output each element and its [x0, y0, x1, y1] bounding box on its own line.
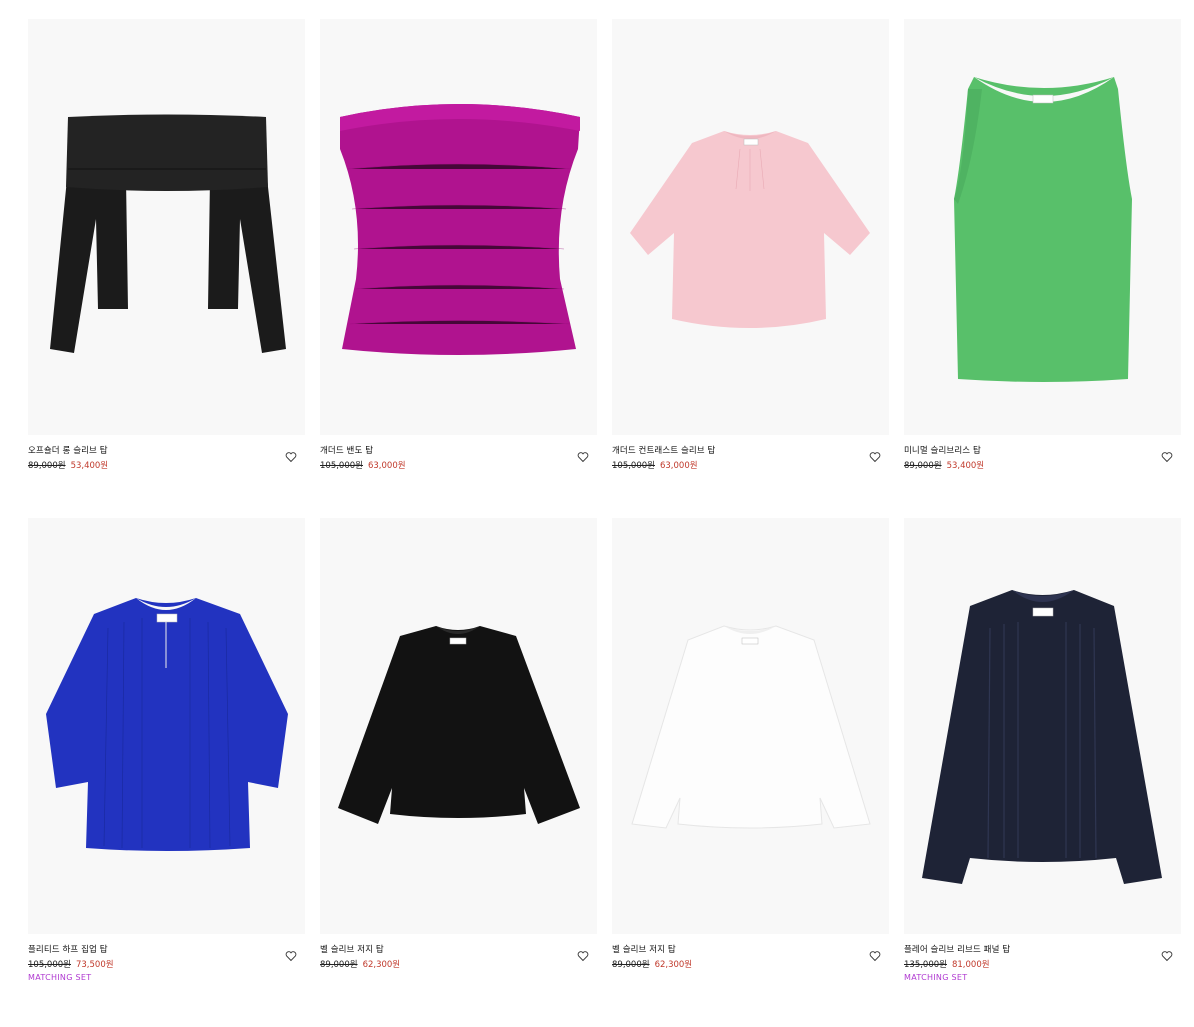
heart-icon[interactable]: [285, 947, 297, 962]
product-name[interactable]: 벨 슬리브 저지 탑: [612, 945, 889, 956]
product-card[interactable]: 플레어 슬리브 리브드 패널 탑 135,000원 81,000원 MATCHIN…: [904, 518, 1181, 1017]
product-name[interactable]: 플리티드 하프 집업 탑: [28, 945, 305, 956]
product-image[interactable]: [28, 518, 305, 934]
sale-price: 53,400원: [946, 461, 985, 471]
heart-icon[interactable]: [577, 947, 589, 962]
product-image[interactable]: [904, 19, 1181, 435]
original-price: 89,000원: [28, 461, 66, 471]
sale-price: 63,000원: [659, 461, 698, 471]
navy-ribbed-panel-top-image: [922, 590, 1162, 884]
sale-price: 62,300원: [362, 960, 401, 970]
product-card[interactable]: 미니멀 슬리브리스 탑 89,000원 53,400원: [904, 19, 1181, 518]
product-card[interactable]: 오프숄더 롱 슬리브 탑 89,000원 53,400원: [28, 19, 305, 518]
heart-icon[interactable]: [577, 448, 589, 463]
product-grid: 오프숄더 롱 슬리브 탑 89,000원 53,400원 개더드 밴도 탑 10…: [28, 19, 1183, 1017]
bandeau-top-image: [340, 104, 580, 355]
product-image[interactable]: [28, 19, 305, 435]
product-image[interactable]: [320, 19, 597, 435]
heart-icon[interactable]: [285, 448, 297, 463]
product-name[interactable]: 오프숄더 롱 슬리브 탑: [28, 446, 305, 457]
original-price: 135,000원: [904, 960, 947, 970]
original-price: 105,000원: [612, 461, 655, 471]
original-price: 89,000원: [904, 461, 942, 471]
green-tank-image: [954, 77, 1132, 382]
product-image[interactable]: [320, 518, 597, 934]
sale-price: 63,000원: [367, 461, 406, 471]
matching-set-badge: MATCHING SET: [904, 973, 968, 982]
off-shoulder-top-image: [50, 114, 286, 353]
original-price: 105,000원: [28, 960, 71, 970]
original-price: 89,000원: [320, 960, 358, 970]
product-name[interactable]: 플레어 슬리브 리브드 패널 탑: [904, 945, 1181, 956]
blue-pleated-top-image: [46, 598, 288, 851]
original-price: 105,000원: [320, 461, 363, 471]
heart-icon[interactable]: [1161, 947, 1173, 962]
product-image[interactable]: [904, 518, 1181, 934]
sale-price: 62,300원: [654, 960, 693, 970]
matching-set-badge: MATCHING SET: [28, 973, 92, 982]
product-row: 플리티드 하프 집업 탑 105,000원 73,500원 MATCHING SE…: [28, 518, 1183, 1017]
white-bell-sleeve-top-image: [631, 625, 871, 829]
product-name[interactable]: 미니멀 슬리브리스 탑: [904, 446, 1181, 457]
product-card[interactable]: 벨 슬리브 저지 탑 89,000원 62,300원: [612, 518, 889, 1017]
heart-icon[interactable]: [1161, 448, 1173, 463]
product-name[interactable]: 개더드 컨트래스트 슬리브 탑: [612, 446, 889, 457]
heart-icon[interactable]: [869, 448, 881, 463]
black-bell-sleeve-top-image: [338, 626, 580, 824]
product-card[interactable]: 벨 슬리브 저지 탑 89,000원 62,300원: [320, 518, 597, 1017]
product-name[interactable]: 개더드 밴도 탑: [320, 446, 597, 457]
pink-tee-image: [630, 131, 870, 328]
sale-price: 81,000원: [951, 960, 990, 970]
original-price: 89,000원: [612, 960, 650, 970]
sale-price: 53,400원: [70, 461, 109, 471]
product-card[interactable]: 개더드 컨트래스트 슬리브 탑 105,000원 63,000원: [612, 19, 889, 518]
product-card[interactable]: 개더드 밴도 탑 105,000원 63,000원: [320, 19, 597, 518]
sale-price: 73,500원: [75, 960, 114, 970]
product-row: 오프숄더 롱 슬리브 탑 89,000원 53,400원 개더드 밴도 탑 10…: [28, 19, 1183, 518]
heart-icon[interactable]: [869, 947, 881, 962]
product-image[interactable]: [612, 19, 889, 435]
product-image[interactable]: [612, 518, 889, 934]
product-card[interactable]: 플리티드 하프 집업 탑 105,000원 73,500원 MATCHING SE…: [28, 518, 305, 1017]
product-name[interactable]: 벨 슬리브 저지 탑: [320, 945, 597, 956]
